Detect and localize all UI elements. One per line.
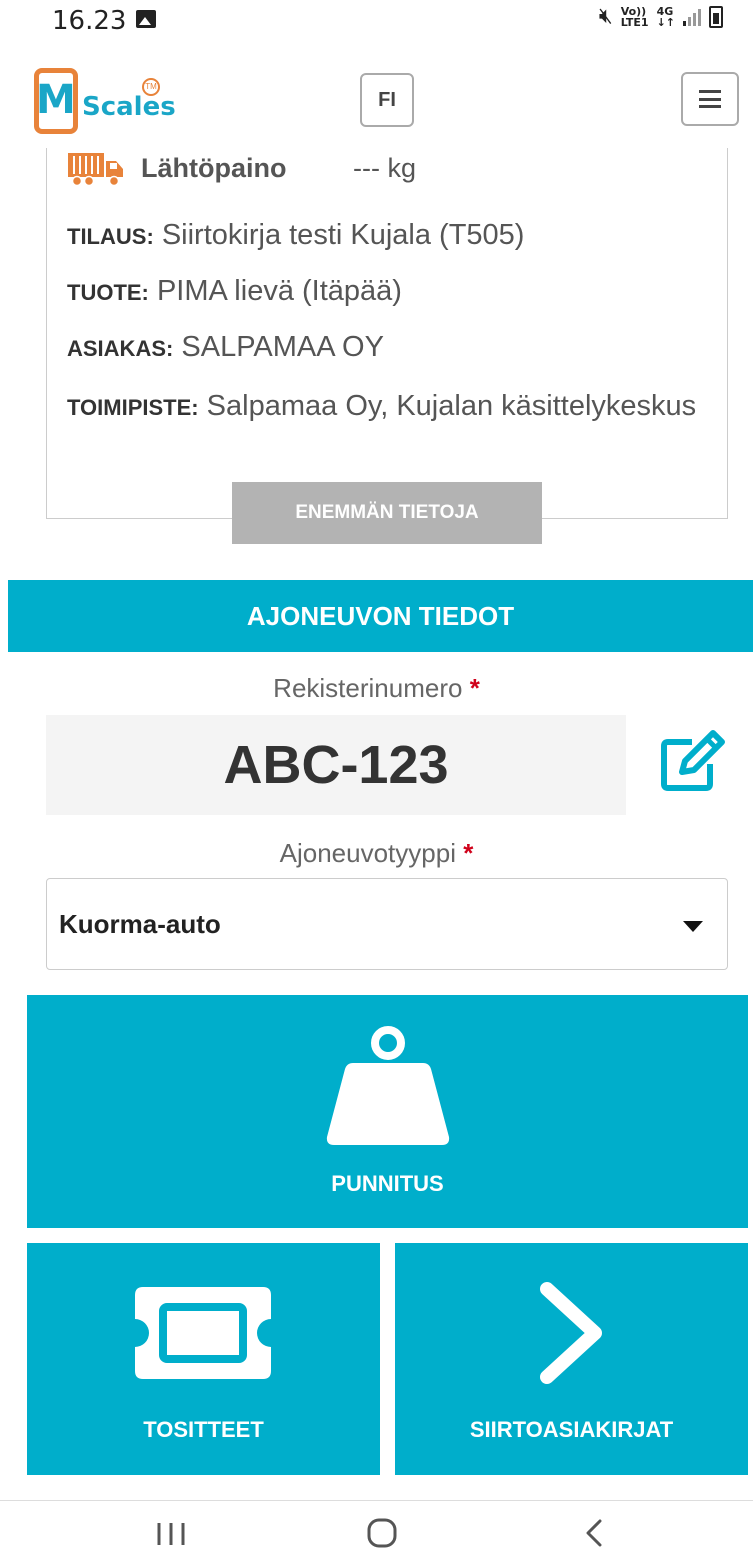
order-value: Siirtokirja testi Kujala (T505) [161, 219, 525, 251]
more-info-button[interactable]: ENEMMÄN TIETOJA [232, 482, 542, 544]
product-value: PIMA lievä (Itäpää) [156, 275, 402, 307]
chevron-right-icon [540, 1282, 602, 1384]
network-bottom: LTE1 [620, 16, 649, 29]
logo-tm: TM [142, 78, 160, 96]
site-value: Salpamaa Oy, Kujalan käsittelykeskus [206, 390, 697, 422]
mute-icon: 🔇︎ [598, 4, 613, 29]
vehicle-type-select[interactable]: Kuorma-auto [46, 878, 728, 970]
battery-icon [709, 6, 723, 28]
departure-weight-label: Lähtöpaino [141, 152, 287, 183]
caret-down-icon [683, 921, 703, 932]
image-icon [136, 10, 156, 28]
receipts-tile[interactable]: TOSITTEET [27, 1243, 380, 1475]
status-time: 16.23 [52, 6, 127, 36]
logo-text: Scales [82, 92, 176, 122]
back-button[interactable] [576, 1515, 616, 1551]
menu-button[interactable] [681, 72, 739, 126]
site-label: TOIMIPISTE: [67, 395, 199, 420]
recent-apps-button[interactable] [151, 1515, 191, 1551]
vehicle-type-value: Kuorma-auto [59, 909, 221, 939]
edit-plate-button[interactable] [658, 728, 730, 796]
home-button[interactable] [362, 1515, 402, 1551]
edit-icon [661, 730, 725, 791]
customer-label: ASIAKAS: [67, 336, 174, 361]
transfer-documents-label: SIIRTOASIAKIRJAT [469, 1417, 674, 1442]
signal-icon [683, 8, 701, 26]
hamburger-icon [699, 90, 721, 108]
data-arrows-icon: ↓↑ [656, 16, 675, 29]
weighing-label: PUNNITUS [331, 1171, 444, 1196]
logo-letter: M [36, 77, 76, 123]
back-icon [586, 1519, 602, 1547]
weighing-tile[interactable]: PUNNITUS [27, 995, 748, 1228]
ticket-icon [135, 1287, 271, 1379]
vehicle-type-label: Ajoneuvotyyppi * [0, 838, 753, 869]
customer-value: SALPAMAA OY [181, 331, 384, 363]
site-line: TOIMIPISTE: Salpamaa Oy, Kujalan käsitte… [67, 387, 707, 427]
plate-number-display: ABC-123 [46, 715, 626, 815]
plate-label-text: Rekisterinumero [273, 673, 463, 703]
departure-weight-row: Lähtöpaino --- kg [67, 148, 416, 188]
volte-indicator: Vo)) LTE1 [621, 6, 649, 28]
receipts-label: TOSITTEET [143, 1417, 264, 1442]
order-line: TILAUS: Siirtokirja testi Kujala (T505) [67, 216, 707, 256]
product-label: TUOTE: [67, 280, 149, 305]
network-type: 4G ↓↑ [657, 6, 675, 28]
product-line: TUOTE: PIMA lievä (Itäpää) [67, 272, 707, 312]
status-icons: 🔇︎ Vo)) LTE1 4G ↓↑ [599, 6, 723, 28]
system-navigation-bar [0, 1500, 753, 1561]
required-mark: * [463, 838, 474, 868]
language-button[interactable]: FI [360, 73, 414, 127]
vehicle-section-header: AJONEUVON TIEDOT [8, 580, 753, 652]
app-header: M Scales TM FI [0, 60, 753, 145]
required-mark: * [469, 673, 480, 703]
order-label: TILAUS: [67, 224, 154, 249]
home-icon [367, 1518, 397, 1548]
customer-line: ASIAKAS: SALPAMAA OY [67, 328, 707, 368]
departure-weight-value: --- kg [353, 152, 416, 183]
order-info-card: Lähtöpaino --- kg TILAUS: Siirtokirja te… [46, 148, 728, 519]
recents-icon [157, 1523, 185, 1545]
plate-label: Rekisterinumero * [0, 673, 753, 704]
weight-icon [326, 1026, 450, 1145]
status-bar: 16.23 🔇︎ Vo)) LTE1 4G ↓↑ [0, 0, 753, 48]
transfer-documents-tile[interactable]: SIIRTOASIAKIRJAT [395, 1243, 748, 1475]
truck-icon [68, 153, 123, 187]
mscales-logo[interactable]: M Scales TM [34, 68, 176, 136]
vehicle-type-label-text: Ajoneuvotyyppi [279, 838, 456, 868]
